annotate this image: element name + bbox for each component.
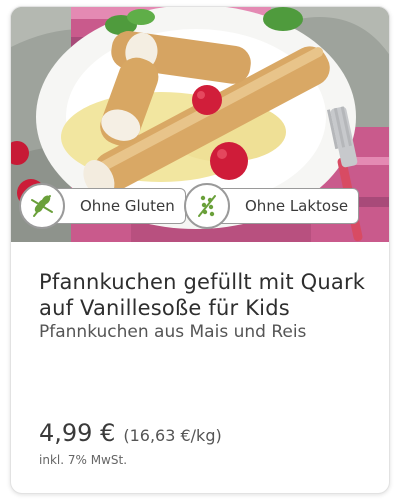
product-title[interactable]: Pfannkuchen gefüllt mit Quark auf Vanill… [39,269,379,321]
product-price: 4,99 € [39,419,116,447]
badge-label: Ohne Gluten [80,197,175,215]
price-row: 4,99 € (16,63 €/kg) [39,419,222,447]
badge-label: Ohne Laktose [245,197,349,215]
product-info: Pfannkuchen gefüllt mit Quark auf Vanill… [39,269,379,343]
unit-price: (16,63 €/kg) [123,426,222,445]
product-card[interactable]: Ohne Gluten Ohne Laktose Pfannkuchen gef… [10,6,390,494]
milk-drops-icon [184,183,230,229]
product-subtitle: Pfannkuchen aus Mais und Reis [39,322,307,342]
diet-badges: Ohne Gluten Ohne Laktose [19,183,389,229]
wheat-crossed-icon [19,183,65,229]
vat-note: inkl. 7% MwSt. [39,453,128,467]
